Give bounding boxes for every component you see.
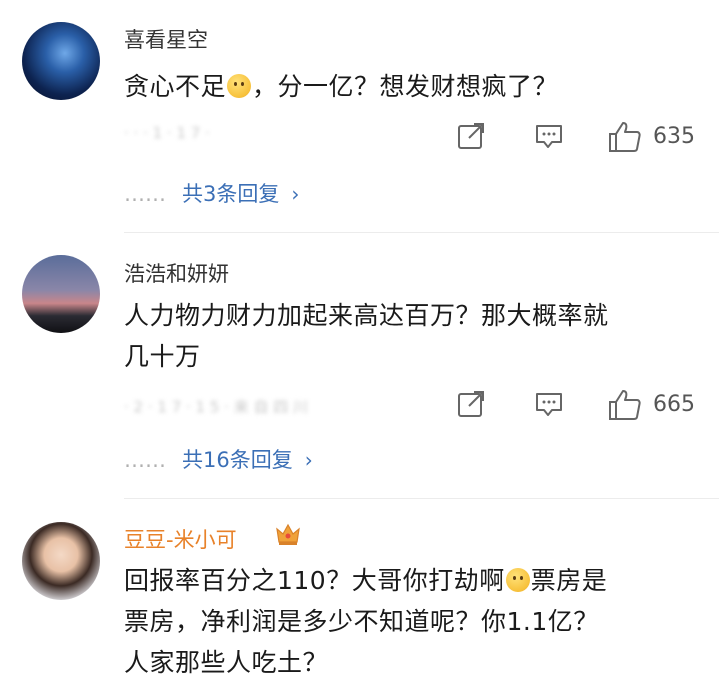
comment-text: 回报率百分之110？大哥你打劫啊 票房是 票房，净利润是多少不知道呢？你1.1亿？…: [124, 560, 699, 683]
replies-prefix: ……: [124, 182, 166, 206]
comment-meta: · 2 · 1 7 · 1 5 · 来 自 四 川: [124, 398, 309, 416]
comment-text-line: 人家那些人吃土？: [124, 648, 329, 677]
smile-face-emoji-icon: [505, 568, 530, 592]
replies-count-link[interactable]: 共16条回复: [182, 448, 293, 472]
username[interactable]: 浩浩和妍妍: [124, 258, 229, 288]
like-count: 665: [653, 392, 695, 417]
comment-text-part: 贪心不足: [124, 72, 227, 101]
comment-text: 人力物力财力加起来高达百万？那大概率就 几十万: [124, 295, 699, 377]
comment-icon[interactable]: [533, 388, 565, 420]
comment-text-line: 回报率百分之110？大哥你打劫啊 票房是: [124, 560, 699, 601]
divider: [124, 232, 719, 233]
avatar[interactable]: [22, 22, 100, 100]
replies-count-link[interactable]: 共3条回复: [182, 182, 279, 206]
username[interactable]: 喜看星空: [124, 24, 208, 54]
comment-meta: · · · 1 · 1 7 ·: [124, 124, 210, 142]
comment-icon[interactable]: [533, 120, 565, 152]
comment-actions: 665: [455, 388, 705, 428]
thumbs-up-icon[interactable]: [607, 120, 643, 154]
comment-text-part: 票房是: [530, 566, 608, 595]
comment-text-line: 票房，净利润是多少不知道呢？你1.1亿？: [124, 607, 599, 636]
comment-actions: 635: [455, 120, 705, 160]
chevron-right-icon: ›: [304, 448, 313, 472]
thumbs-up-icon[interactable]: [607, 388, 643, 422]
comment-text-line: 人力物力财力加起来高达百万？那大概率就: [124, 301, 609, 330]
replies-prefix: ……: [124, 448, 166, 472]
comment-text-part: ，分一亿？想发财想疯了？: [252, 72, 559, 101]
comment-text-line: 几十万: [124, 342, 201, 371]
crown-badge-icon: [276, 523, 300, 545]
share-icon[interactable]: [455, 388, 487, 420]
drooling-face-emoji-icon: [227, 74, 252, 98]
avatar[interactable]: [22, 522, 100, 600]
like-count: 635: [653, 124, 695, 149]
share-icon[interactable]: [455, 120, 487, 152]
replies-link[interactable]: …… 共3条回复 ›: [124, 178, 299, 208]
comment-text: 贪心不足 ，分一亿？想发财想疯了？: [124, 66, 699, 107]
chevron-right-icon: ›: [291, 182, 300, 206]
divider: [124, 498, 719, 499]
avatar[interactable]: [22, 255, 100, 333]
replies-link[interactable]: …… 共16条回复 ›: [124, 444, 313, 474]
username[interactable]: 豆豆-米小可: [124, 524, 237, 554]
comment-text-part: 回报率百分之110？大哥你打劫啊: [124, 566, 505, 595]
